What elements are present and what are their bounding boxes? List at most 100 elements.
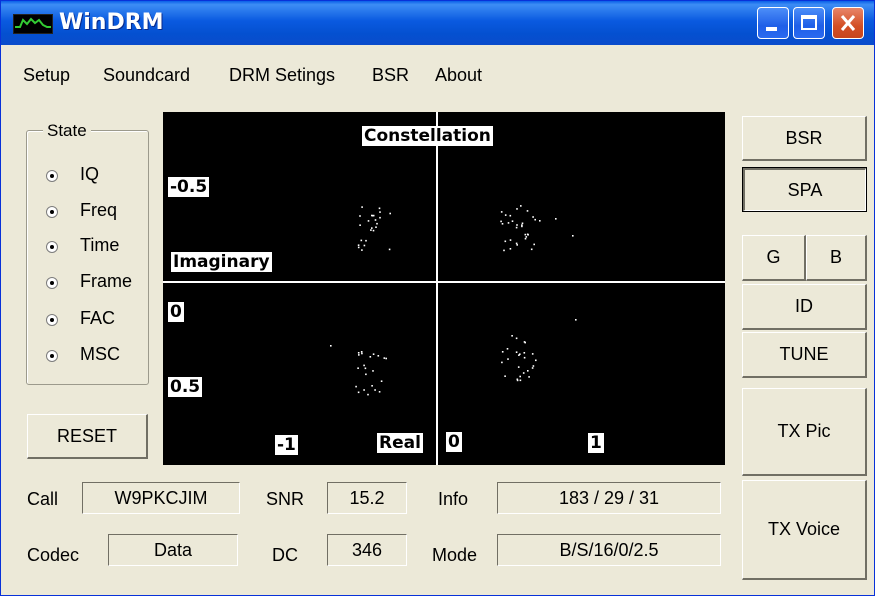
constellation-point bbox=[526, 210, 529, 212]
constellation-point bbox=[383, 357, 386, 359]
tune-button[interactable]: TUNE bbox=[742, 332, 867, 378]
constellation-point bbox=[539, 220, 541, 222]
constellation-point bbox=[361, 352, 363, 355]
constellation-point bbox=[516, 224, 518, 226]
constellation-point bbox=[501, 223, 504, 225]
constellation-point bbox=[531, 353, 534, 355]
snr-field: 15.2 bbox=[327, 482, 407, 514]
y-axis-label: Imaginary bbox=[171, 252, 272, 272]
constellation-point bbox=[376, 222, 378, 225]
tx-voice-button[interactable]: TX Voice bbox=[742, 480, 867, 580]
constellation-point bbox=[516, 244, 518, 246]
menu-about[interactable]: About bbox=[435, 65, 482, 86]
constellation-point bbox=[572, 235, 574, 237]
constellation-point bbox=[521, 225, 523, 228]
constellation-point bbox=[378, 391, 381, 393]
constellation-point bbox=[365, 239, 367, 242]
constellation-point bbox=[506, 348, 509, 350]
constellation-point bbox=[330, 345, 332, 347]
b-button[interactable]: B bbox=[806, 235, 867, 281]
constellation-point bbox=[515, 337, 518, 340]
y-tick-zero: 0 bbox=[168, 302, 184, 322]
constellation-point bbox=[507, 358, 509, 360]
menu-drm-settings[interactable]: DRM Setings bbox=[229, 65, 335, 86]
x-axis-label: Real bbox=[377, 433, 423, 453]
radio-label: Freq bbox=[80, 200, 118, 220]
constellation-plot: Constellation -0.5 Imaginary 0 0.5 -1 Re… bbox=[163, 112, 725, 465]
constellation-point bbox=[358, 354, 360, 356]
constellation-point bbox=[532, 216, 534, 218]
menu-soundcard[interactable]: Soundcard bbox=[103, 65, 190, 86]
constellation-point bbox=[501, 361, 503, 364]
info-field: 183 / 29 / 31 bbox=[497, 482, 721, 514]
maximize-button[interactable] bbox=[793, 7, 825, 39]
constellation-point bbox=[374, 389, 376, 391]
menu-bsr[interactable]: BSR bbox=[372, 65, 409, 86]
menu-setup[interactable]: Setup bbox=[23, 65, 70, 86]
close-button[interactable] bbox=[832, 7, 864, 39]
x-tick-zero: 0 bbox=[446, 432, 462, 452]
tx-pic-button[interactable]: TX Pic bbox=[742, 388, 867, 476]
constellation-point bbox=[519, 375, 521, 378]
constellation-point bbox=[357, 244, 360, 246]
maximize-icon bbox=[801, 15, 817, 30]
constellation-point bbox=[518, 354, 520, 356]
constellation-point bbox=[357, 391, 360, 394]
g-button[interactable]: G bbox=[742, 235, 806, 281]
constellation-canvas bbox=[163, 112, 725, 465]
constellation-point bbox=[524, 341, 526, 344]
constellation-point bbox=[575, 319, 577, 321]
constellation-point bbox=[371, 385, 373, 387]
radio-label: FAC bbox=[80, 308, 116, 328]
constellation-point bbox=[357, 352, 360, 354]
constellation-point bbox=[360, 239, 363, 242]
window-title: WinDRM bbox=[59, 10, 164, 35]
constellation-point bbox=[526, 233, 529, 236]
constellation-point bbox=[372, 229, 375, 232]
bsr-button[interactable]: BSR bbox=[742, 116, 867, 161]
constellation-point bbox=[389, 212, 391, 215]
constellation-point bbox=[360, 351, 363, 353]
state-group-title: State bbox=[43, 121, 91, 141]
codec-field: Data bbox=[108, 534, 238, 566]
constellation-point bbox=[509, 214, 512, 217]
constellation-point bbox=[509, 239, 512, 241]
constellation-point bbox=[522, 372, 525, 374]
radio-label: Frame bbox=[80, 271, 133, 291]
dc-label: DC bbox=[272, 545, 298, 565]
constellation-point bbox=[524, 233, 527, 236]
constellation-point bbox=[519, 379, 522, 382]
constellation-point bbox=[517, 366, 520, 368]
constellation-point bbox=[535, 359, 537, 362]
reset-button[interactable]: RESET bbox=[27, 414, 148, 459]
id-button[interactable]: ID bbox=[742, 284, 867, 330]
constellation-point bbox=[359, 215, 361, 217]
codec-label: Codec bbox=[27, 545, 80, 565]
call-label: Call bbox=[27, 489, 59, 509]
constellation-point bbox=[367, 393, 369, 396]
constellation-point bbox=[377, 355, 380, 357]
constellation-point bbox=[527, 370, 529, 372]
constellation-point bbox=[507, 222, 510, 224]
dc-field: 346 bbox=[327, 534, 407, 566]
x-tick-one: 1 bbox=[588, 433, 604, 453]
constellation-point bbox=[371, 227, 373, 229]
constellation-point bbox=[371, 214, 374, 217]
constellation-point bbox=[504, 214, 507, 216]
mode-field: B/S/16/0/2.5 bbox=[497, 534, 721, 566]
constellation-point bbox=[375, 226, 377, 228]
constellation-point bbox=[524, 237, 527, 240]
constellation-point bbox=[372, 370, 374, 372]
minimize-button[interactable] bbox=[757, 7, 789, 39]
title-bar[interactable]: WinDRM bbox=[1, 1, 874, 45]
constellation-point bbox=[378, 207, 381, 210]
close-icon bbox=[840, 15, 856, 31]
constellation-point bbox=[367, 220, 370, 222]
radio-dot bbox=[46, 314, 58, 326]
constellation-point bbox=[363, 244, 366, 247]
constellation-points bbox=[330, 205, 577, 396]
spa-button[interactable]: SPA bbox=[742, 167, 867, 212]
constellation-point bbox=[369, 356, 372, 358]
constellation-point bbox=[503, 249, 505, 252]
constellation-point bbox=[528, 376, 530, 378]
